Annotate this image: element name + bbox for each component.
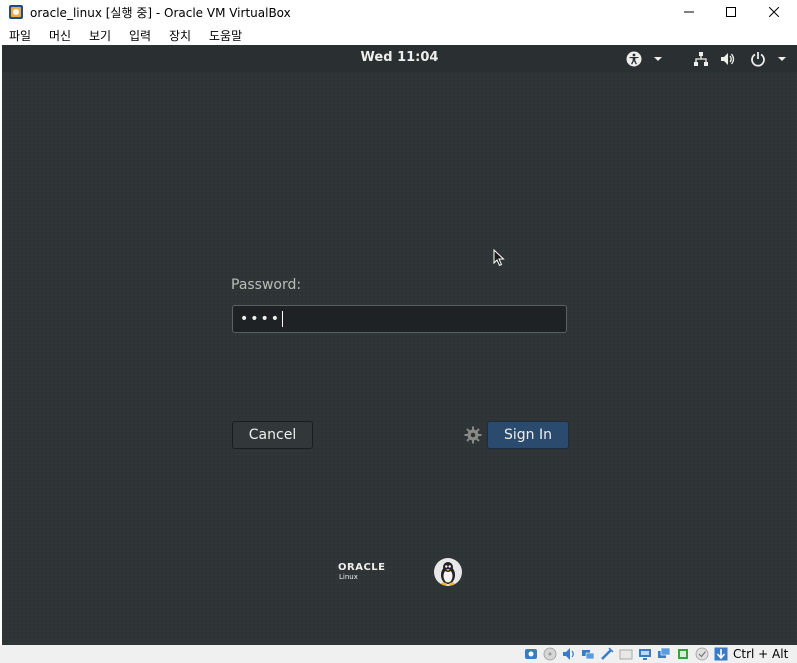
cpu-icon[interactable] [676, 647, 690, 661]
gear-icon[interactable] [464, 426, 482, 444]
audio-icon[interactable] [562, 647, 576, 661]
maximize-icon [726, 7, 736, 17]
minimize-icon [684, 11, 694, 13]
minimize-button[interactable] [666, 0, 712, 24]
gnome-top-bar: Wed 11:04 [2, 45, 797, 72]
cancel-button[interactable]: Cancel [232, 421, 313, 449]
tux-avatar [434, 558, 462, 586]
shared-folders-icon[interactable] [619, 647, 633, 661]
menu-devices[interactable]: 장치 [169, 27, 191, 44]
network-wired-icon[interactable] [693, 51, 709, 67]
clock[interactable]: Wed 11:04 [2, 50, 797, 65]
mouse-integration-icon[interactable] [695, 647, 709, 661]
menu-input[interactable]: 입력 [129, 27, 151, 44]
chevron-down-icon[interactable] [774, 51, 790, 67]
network-icon[interactable] [581, 647, 595, 661]
close-button[interactable] [751, 0, 797, 24]
sign-in-button[interactable]: Sign In [487, 421, 569, 449]
password-label: Password: [231, 277, 302, 293]
maximize-button[interactable] [708, 0, 754, 24]
video-capture-icon[interactable] [657, 647, 671, 661]
window-title: oracle_linux [실행 중] - Oracle VM VirtualB… [30, 6, 291, 20]
usb-icon[interactable] [600, 647, 614, 661]
optical-drive-icon[interactable] [543, 647, 557, 661]
display-icon[interactable] [638, 647, 652, 661]
volume-icon[interactable] [720, 51, 736, 67]
password-field[interactable]: •••• [232, 305, 567, 333]
menu-machine[interactable]: 머신 [49, 27, 71, 44]
text-caret [282, 311, 284, 327]
oracle-linux-logo: ORACLE Linux [338, 562, 385, 581]
menu-view[interactable]: 보기 [89, 27, 111, 44]
host-key-arrow-icon[interactable] [714, 647, 728, 661]
linux-logo-text: Linux [339, 573, 358, 581]
hard-disk-icon[interactable] [524, 647, 538, 661]
vbox-status-bar: Ctrl + Alt [0, 645, 797, 663]
menu-file[interactable]: 파일 [9, 27, 31, 44]
tux-icon [441, 562, 455, 586]
password-value: •••• [240, 311, 282, 327]
window-title-bar[interactable]: oracle_linux [실행 중] - Oracle VM VirtualB… [0, 0, 797, 24]
close-icon [769, 7, 779, 17]
mouse-pointer-icon [493, 249, 505, 267]
vm-display[interactable]: Wed 11:04 Password: •••• Cancel Sign In … [2, 45, 797, 645]
menu-bar: 파일 머신 보기 입력 장치 도움말 [0, 24, 797, 45]
chevron-down-icon[interactable] [650, 51, 666, 67]
virtualbox-app-icon [9, 5, 23, 19]
oracle-logo-text: ORACLE [338, 562, 386, 573]
power-icon[interactable] [750, 51, 766, 67]
host-key-label: Ctrl + Alt [733, 647, 789, 661]
menu-help[interactable]: 도움말 [209, 27, 242, 44]
accessibility-icon[interactable] [626, 51, 642, 67]
